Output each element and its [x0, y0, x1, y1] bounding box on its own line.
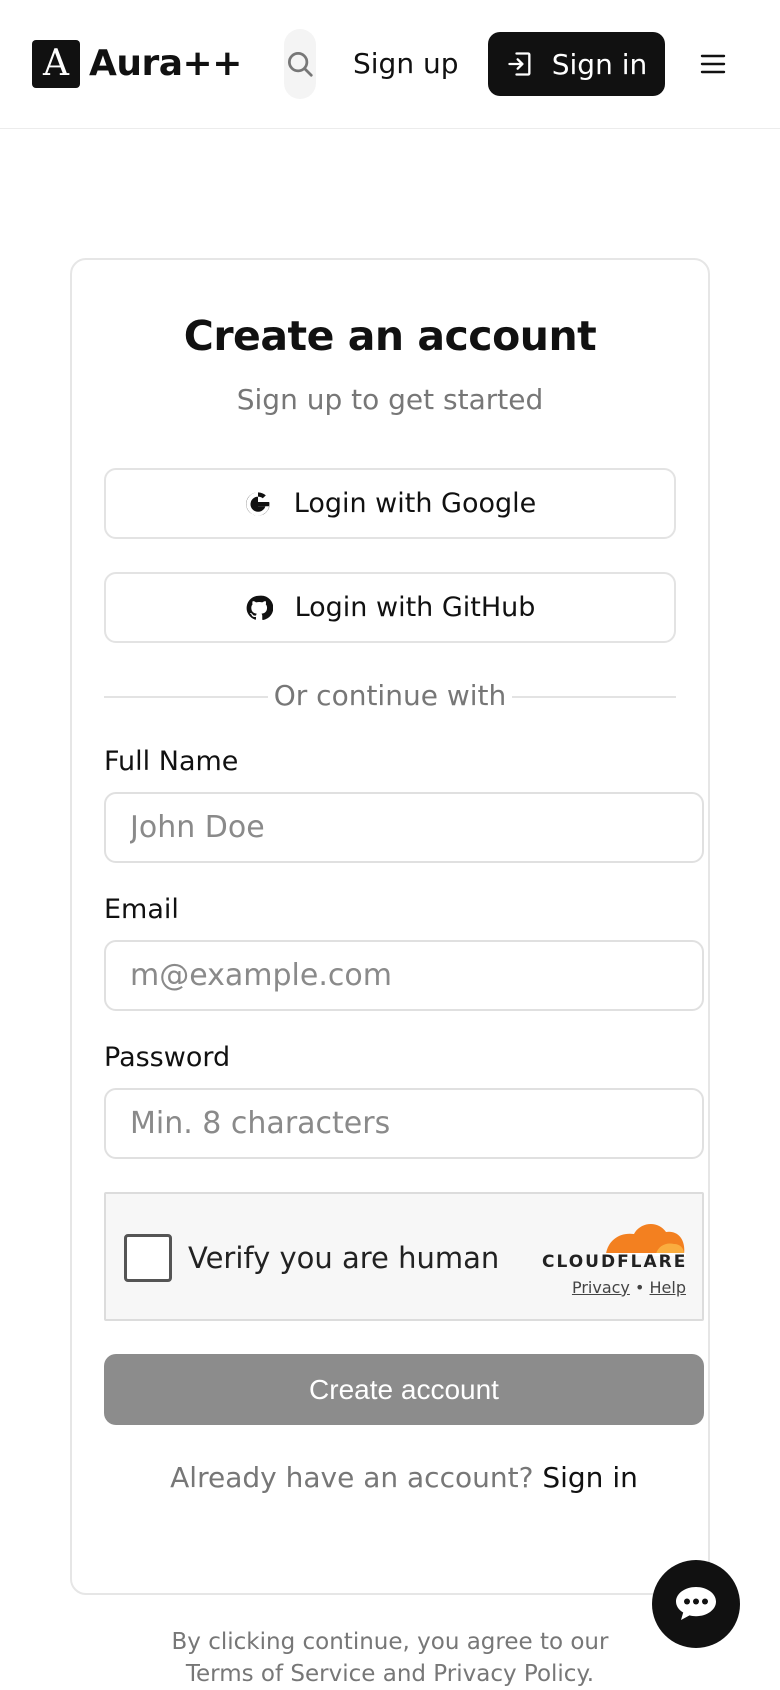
terms-text: By clicking continue, you agree to our T…: [0, 1626, 780, 1690]
captcha-help-link[interactable]: Help: [650, 1278, 686, 1297]
google-login-button[interactable]: Login with Google: [104, 468, 676, 539]
cloudflare-captcha: Verify you are human CLOUDFLARE Privacy …: [104, 1192, 704, 1321]
github-login-label: Login with GitHub: [294, 592, 536, 623]
chat-button[interactable]: [652, 1560, 740, 1648]
full-name-label: Full Name: [104, 746, 239, 777]
google-icon: [245, 491, 270, 516]
create-account-button[interactable]: Create account: [104, 1354, 704, 1425]
menu-button[interactable]: [698, 44, 728, 84]
captcha-label: Verify you are human: [188, 1241, 500, 1275]
sign-in-label: Sign in: [551, 47, 648, 81]
captcha-checkbox[interactable]: [124, 1234, 172, 1282]
full-name-input[interactable]: [104, 792, 704, 863]
terms-line-2[interactable]: Terms of Service and Privacy Policy.: [0, 1658, 780, 1690]
email-label: Email: [104, 894, 179, 925]
github-icon: [246, 595, 273, 620]
email-input[interactable]: [104, 940, 704, 1011]
brand-name[interactable]: Aura++: [89, 40, 242, 88]
google-login-label: Login with Google: [293, 488, 537, 519]
captcha-link-separator: •: [634, 1278, 645, 1297]
logo-icon[interactable]: A: [32, 40, 80, 88]
captcha-privacy-link[interactable]: Privacy: [572, 1278, 630, 1297]
divider-line-right: [512, 696, 676, 698]
sign-in-icon: [508, 52, 531, 76]
captcha-links: Privacy • Help: [542, 1278, 686, 1297]
password-label: Password: [104, 1042, 231, 1073]
page-subtitle: Sign up to get started: [236, 383, 544, 416]
sign-up-link[interactable]: Sign up: [353, 44, 459, 84]
divider-line-left: [104, 696, 268, 698]
menu-icon: [700, 54, 726, 74]
already-have-account-text: Already have an account?: [170, 1461, 534, 1494]
search-icon: [288, 52, 313, 77]
top-navbar: A Aura++ Sign up Sign in: [0, 0, 780, 129]
sign-in-link[interactable]: Sign in: [542, 1461, 638, 1494]
divider-text: Or continue with: [273, 679, 507, 712]
cloudflare-brand: CLOUDFLARE: [542, 1252, 688, 1272]
chat-icon: [676, 1587, 716, 1620]
github-login-button[interactable]: Login with GitHub: [104, 572, 676, 643]
password-input[interactable]: [104, 1088, 704, 1159]
already-have-account: Already have an account? Sign in: [0, 1458, 780, 1498]
search-button[interactable]: [284, 29, 316, 99]
page-title: Create an account: [183, 312, 597, 360]
sign-in-button[interactable]: Sign in: [488, 32, 665, 96]
